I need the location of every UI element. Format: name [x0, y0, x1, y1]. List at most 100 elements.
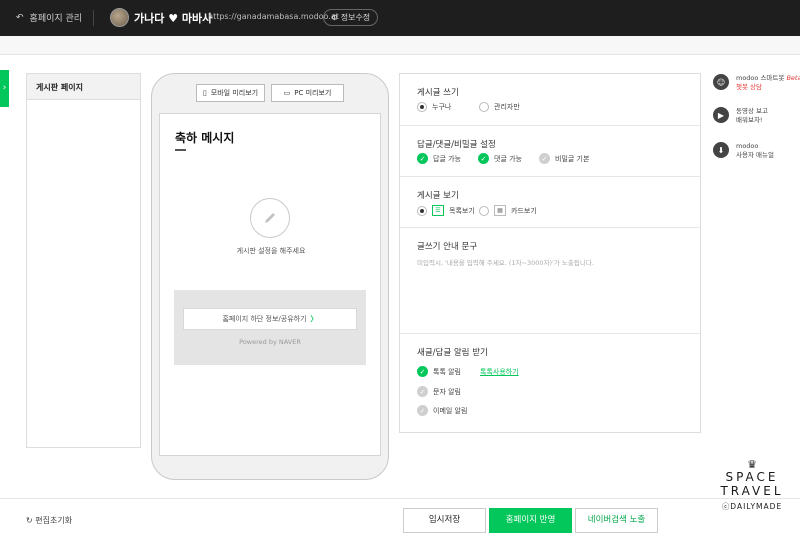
option-label: 관리자만 [494, 103, 520, 111]
site-avatar [110, 8, 129, 27]
video-help-link[interactable]: ▶ 동영상 보고 배워보자! [713, 107, 768, 125]
space-travel-watermark: ♛ SPACE TRAVEL ⓒDAILYMADE [708, 459, 796, 512]
secret-default-checkbox[interactable]: ✓ 비밀글 기본 [539, 153, 589, 164]
view-mode-label: 게시글 보기 [417, 191, 459, 201]
watermark-line2: TRAVEL [720, 484, 784, 498]
share-label: 홈페이지 하단 정보/공유하기 [222, 315, 307, 323]
write-permission-label: 게시글 쓰기 [417, 88, 459, 98]
notification-section: 새글/답글 알림 받기 ✓ 톡톡 알림 톡톡사용하기 ✓ 문자 알림 ✓ 이메일… [400, 334, 700, 434]
option-label: 답글 가능 [433, 154, 461, 163]
preview-screen: 축하 메시지 게시판 설정을 해주세요 홈페이지 하단 정보/공유하기 〉 Pow… [159, 113, 381, 456]
option-label: 비밀글 기본 [555, 154, 590, 163]
bottom-action-bar: ↻ 편집초기화 임시저장 홈페이지 반영 네이버검색 노출 [0, 498, 800, 535]
divider [93, 10, 94, 26]
board-list-header: 게시판 페이지 [27, 74, 140, 100]
radio-unselected[interactable] [479, 205, 489, 216]
mobile-icon: ▯ [202, 89, 207, 97]
write-anyone-option[interactable]: 누구나 [417, 102, 451, 112]
option-label: 카드보기 [511, 206, 537, 215]
write-admin-option[interactable]: 관리자만 [479, 102, 520, 112]
undo-arrow-icon: ↶ [16, 12, 24, 23]
chevron-right-icon: 〉 [310, 315, 318, 323]
guide-text-label: 글쓰기 안내 문구 [417, 242, 478, 252]
guide-text-section: 글쓰기 안내 문구 미입력시, '내용을 입력해 주세요. (1자~3000자)… [400, 228, 700, 334]
reply-allowed-checkbox[interactable]: ✓ 답글 가능 [417, 153, 461, 164]
robot-icon: ☺ [713, 74, 729, 90]
monitor-icon: ▭ [283, 89, 291, 97]
mobile-preview-label: 모바일 미리보기 [210, 89, 259, 97]
help-line: 챗봇 상담 [736, 83, 762, 91]
help-line: 동영상 보고 [736, 107, 768, 115]
email-notify-checkbox[interactable]: ✓ 이메일 알림 [417, 405, 467, 416]
card-view-icon: ▦ [494, 205, 506, 216]
board-list-panel: 게시판 페이지 [26, 73, 141, 448]
expand-panel-tab[interactable]: › [0, 70, 9, 107]
option-label: 이메일 알림 [433, 406, 468, 415]
back-label: 홈페이지 관리 [29, 14, 83, 24]
talktalk-notify-checkbox[interactable]: ✓ 톡톡 알림 톡톡사용하기 [417, 366, 519, 377]
check-icon: ✓ [417, 405, 428, 416]
board-settings-panel: 게시글 쓰기 누구나 관리자만 답글/댓글/비밀글 설정 ✓ 답글 가능 ✓ 댓… [399, 73, 701, 433]
comment-allowed-checkbox[interactable]: ✓ 댓글 가능 [478, 153, 522, 164]
radio-selected[interactable] [417, 205, 427, 216]
option-label: 톡톡 알림 [433, 367, 461, 376]
naver-search-expose-button[interactable]: 네이버검색 노출 [575, 508, 658, 533]
crown-icon: ♛ [747, 458, 757, 471]
list-view-option[interactable]: ☰ 목록보기 [417, 205, 475, 216]
pencil-icon [250, 198, 290, 238]
beta-badge: Beta [786, 74, 800, 82]
top-bar: ↶ 홈페이지 관리 가나다 ♥ 마바사 https://ganadamabasa… [0, 0, 800, 36]
check-icon: ✓ [539, 153, 550, 164]
option-label: 누구나 [432, 103, 452, 111]
check-icon: ✓ [417, 386, 428, 397]
video-icon: ▶ [713, 107, 729, 123]
pc-preview-button[interactable]: ▭ PC 미리보기 [271, 84, 344, 102]
title-underline [175, 149, 186, 151]
empty-board-message: 게시판 설정을 해주세요 [236, 247, 306, 255]
share-info-button[interactable]: 홈페이지 하단 정보/공유하기 〉 [183, 308, 357, 330]
notification-label: 새글/답글 알림 받기 [417, 348, 488, 358]
help-line: 배워보자! [736, 116, 763, 124]
view-mode-section: 게시글 보기 ☰ 목록보기 ▦ 카드보기 [400, 177, 700, 228]
info-edit-button[interactable]: ⚙ 정보수정 [323, 9, 379, 26]
help-line: modoo [736, 142, 759, 150]
reply-settings-label: 답글/댓글/비밀글 설정 [417, 140, 496, 150]
option-label: 목록보기 [449, 206, 475, 215]
manual-help-link[interactable]: ⬇ modoo 사용자 매뉴얼 [713, 142, 774, 160]
toolbar-band [0, 36, 800, 55]
mobile-preview-button[interactable]: ▯ 모바일 미리보기 [196, 84, 265, 102]
apply-homepage-button[interactable]: 홈페이지 반영 [489, 508, 572, 533]
powered-by-text: Powered by NAVER [239, 338, 301, 346]
talktalk-use-link[interactable]: 톡톡사용하기 [480, 367, 519, 377]
temp-save-button[interactable]: 임시저장 [403, 508, 486, 533]
reply-settings-section: 답글/댓글/비밀글 설정 ✓ 답글 가능 ✓ 댓글 가능 ✓ 비밀글 기본 [400, 126, 700, 177]
smartbot-help-link[interactable]: ☺ modoo 스마트봇 Beta 챗봇 상담 [713, 74, 800, 92]
option-label: 댓글 가능 [494, 154, 522, 163]
info-edit-label: 정보수정 [340, 13, 371, 22]
reset-edit-button[interactable]: ↻ 편집초기화 [26, 515, 72, 526]
check-icon: ✓ [478, 153, 489, 164]
radio-selected[interactable] [417, 102, 427, 112]
watermark-line1: SPACE [725, 470, 779, 484]
reset-label: 편집초기화 [35, 516, 73, 525]
gear-icon: ⚙ [331, 13, 339, 22]
help-line: modoo 스마트봇 [736, 74, 785, 82]
card-view-option[interactable]: ▦ 카드보기 [479, 205, 537, 216]
page-title: 축하 메시지 [175, 131, 235, 145]
help-line: 사용자 매뉴얼 [736, 151, 774, 159]
option-label: 문자 알림 [433, 387, 461, 396]
site-url[interactable]: https://ganadamabasa.modoo.at [208, 12, 339, 21]
manual-icon: ⬇ [713, 142, 729, 158]
write-permission-section: 게시글 쓰기 누구나 관리자만 [400, 74, 700, 126]
watermark-line3: ⓒDAILYMADE [721, 502, 783, 511]
back-to-management-link[interactable]: ↶ 홈페이지 관리 [16, 11, 83, 25]
site-title: 가나다 ♥ 마바사 [134, 12, 213, 25]
preview-footer: 홈페이지 하단 정보/공유하기 〉 Powered by NAVER [174, 290, 366, 365]
sms-notify-checkbox[interactable]: ✓ 문자 알림 [417, 386, 461, 397]
list-view-icon: ☰ [432, 205, 444, 216]
check-icon: ✓ [417, 153, 428, 164]
reset-icon: ↻ [26, 516, 33, 525]
guide-text-input[interactable]: 미입력시, '내용을 입력해 주세요. (1자~3000자)'가 노출됩니다. [417, 257, 687, 267]
radio-unselected[interactable] [479, 102, 489, 112]
pc-preview-label: PC 미리보기 [294, 89, 332, 97]
